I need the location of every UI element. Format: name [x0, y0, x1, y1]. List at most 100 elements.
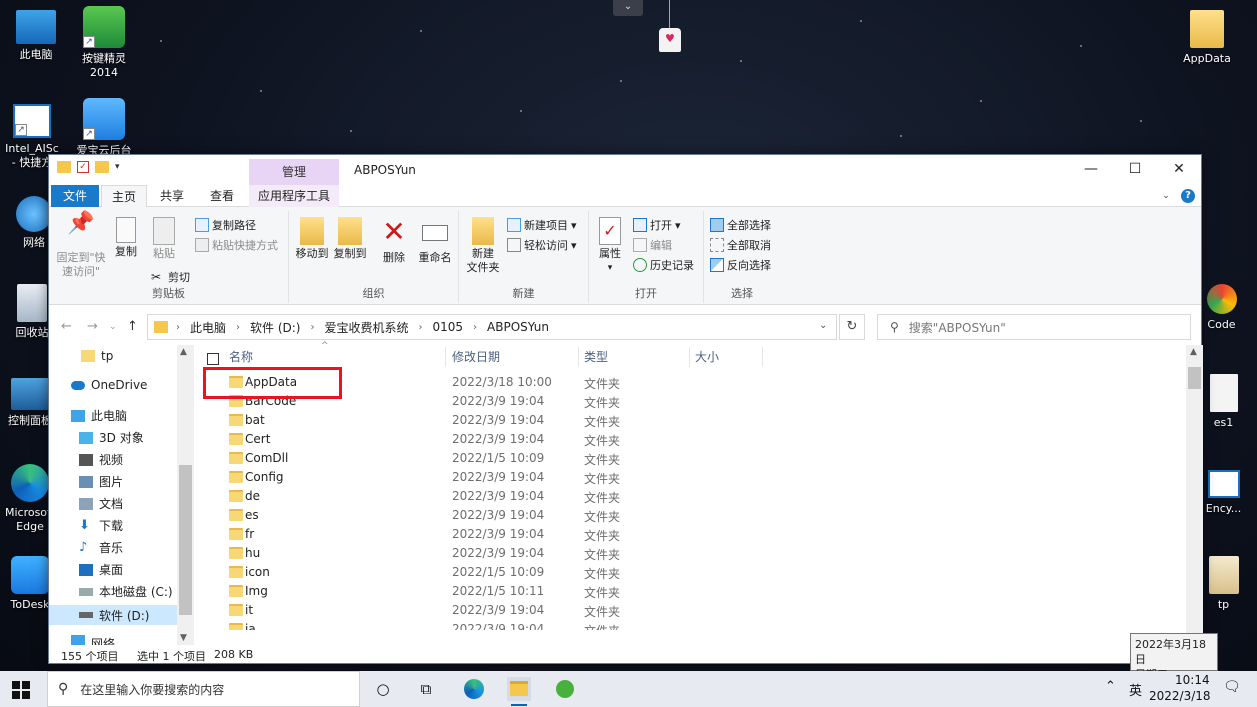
- nav-item-this-pc[interactable]: 此电脑: [71, 407, 127, 424]
- breadcrumb-separator-icon[interactable]: ›: [176, 322, 180, 333]
- tab-home[interactable]: 主页: [101, 185, 147, 208]
- search-input[interactable]: ⚲ 搜索"ABPOSYun": [877, 314, 1191, 340]
- table-row[interactable]: AppData 2022/3/18 10:00 文件夹: [197, 373, 1187, 392]
- nav-item-downloads[interactable]: ⬇ 下载: [79, 517, 123, 534]
- breadcrumb-pos-system[interactable]: 爱宝收费机系统: [324, 319, 408, 336]
- copy-button[interactable]: 复制: [111, 217, 141, 259]
- nav-item-drive-d[interactable]: 软件 (D:): [49, 605, 177, 625]
- ribbon-collapse-icon[interactable]: ⌄: [1159, 185, 1173, 207]
- taskbar-search-input[interactable]: ⚲ 在这里输入你要搜索的内容: [47, 671, 360, 707]
- move-to-button[interactable]: 移动到: [293, 217, 331, 261]
- refresh-app-icon[interactable]: [553, 677, 577, 701]
- column-header-type[interactable]: 类型: [584, 345, 608, 369]
- scroll-up-arrow-icon[interactable]: ▲: [180, 347, 187, 357]
- desktop-icon-keysprite[interactable]: ↗ 按键精灵 2014: [68, 6, 140, 80]
- easy-access-button[interactable]: 轻松访问 ▾: [507, 237, 577, 253]
- qat-dropdown-icon[interactable]: ▾: [115, 162, 120, 172]
- select-all-button[interactable]: 全部选择: [710, 217, 771, 233]
- rename-button[interactable]: 重命名: [415, 217, 455, 265]
- title-bar[interactable]: ✓ ▾ 管理 ABPOSYun — ☐ ✕: [49, 155, 1201, 185]
- refresh-icon[interactable]: ↻: [839, 314, 865, 340]
- invert-selection-button[interactable]: 反向选择: [710, 257, 771, 273]
- new-item-button[interactable]: 新建项目 ▾: [507, 217, 577, 233]
- breadcrumb-abposyun[interactable]: ABPOSYun: [487, 320, 549, 334]
- breadcrumb-separator-icon[interactable]: ›: [473, 322, 477, 333]
- column-divider[interactable]: [445, 347, 446, 367]
- file-explorer-icon[interactable]: [507, 677, 531, 706]
- minimize-button[interactable]: —: [1069, 155, 1113, 183]
- scroll-thumb[interactable]: [1188, 367, 1201, 389]
- delete-button[interactable]: ✕ 删除: [379, 217, 409, 265]
- nav-item-onedrive[interactable]: OneDrive: [71, 378, 147, 392]
- back-arrow-icon[interactable]: ←: [61, 319, 72, 334]
- windows-start-icon[interactable]: [12, 681, 30, 699]
- shirt-icon[interactable]: [659, 28, 681, 52]
- table-row[interactable]: de 2022/3/9 19:04 文件夹: [197, 487, 1187, 506]
- table-row[interactable]: BarCode 2022/3/9 19:04 文件夹: [197, 392, 1187, 411]
- column-divider[interactable]: [762, 347, 763, 367]
- breadcrumb-drive-d[interactable]: 软件 (D:): [250, 319, 300, 336]
- help-icon[interactable]: ?: [1181, 189, 1195, 203]
- tab-share[interactable]: 共享: [149, 185, 195, 207]
- breadcrumb-separator-icon[interactable]: ›: [419, 322, 423, 333]
- table-row[interactable]: Cert 2022/3/9 19:04 文件夹: [197, 430, 1187, 449]
- tab-file[interactable]: 文件: [51, 185, 99, 207]
- table-row[interactable]: Config 2022/3/9 19:04 文件夹: [197, 468, 1187, 487]
- nav-item-pictures[interactable]: 图片: [79, 473, 123, 490]
- table-row[interactable]: fr 2022/3/9 19:04 文件夹: [197, 525, 1187, 544]
- table-row[interactable]: Img 2022/1/5 10:11 文件夹: [197, 582, 1187, 601]
- up-arrow-icon[interactable]: ↑: [127, 319, 138, 334]
- task-view-icon[interactable]: ⧉: [414, 677, 438, 701]
- nav-item-drive-c[interactable]: 本地磁盘 (C:): [79, 583, 173, 600]
- pin-quick-access-button[interactable]: 📌 固定到"快 速访问": [55, 213, 107, 279]
- nav-item-tp[interactable]: tp: [81, 349, 113, 363]
- copy-to-button[interactable]: 复制到: [331, 217, 369, 261]
- desktop-icon-this-pc[interactable]: 此电脑: [0, 10, 72, 62]
- file-list-scrollbar[interactable]: ▲ ▼: [1186, 345, 1203, 645]
- ime-language-indicator[interactable]: 英: [1129, 680, 1142, 699]
- properties-button[interactable]: ✓ 属性 ▾: [595, 217, 625, 275]
- table-row[interactable]: bat 2022/3/9 19:04 文件夹: [197, 411, 1187, 430]
- paste-shortcut-button[interactable]: 粘贴快捷方式: [195, 237, 278, 253]
- nav-item-documents[interactable]: 文档: [79, 495, 123, 512]
- table-row[interactable]: ComDll 2022/1/5 10:09 文件夹: [197, 449, 1187, 468]
- column-header-date[interactable]: 修改日期: [452, 345, 500, 369]
- scroll-thumb[interactable]: [179, 465, 192, 615]
- nav-item-desktop[interactable]: 桌面: [79, 561, 123, 578]
- notification-icon[interactable]: 🗨: [1223, 679, 1241, 695]
- nav-item-videos[interactable]: 视频: [79, 451, 123, 468]
- history-button[interactable]: 历史记录: [633, 257, 694, 273]
- breadcrumb-separator-icon[interactable]: ›: [236, 322, 240, 333]
- select-all-checkbox[interactable]: [207, 353, 219, 365]
- desktop-icon-aibao-cloud[interactable]: ↗ 爱宝云后台: [68, 98, 140, 158]
- file-list[interactable]: ^ 名称 修改日期 类型 大小 AppData 2022/3/18 10:00 文件…: [197, 341, 1187, 645]
- table-row[interactable]: hu 2022/3/9 19:04 文件夹: [197, 544, 1187, 563]
- nav-scrollbar[interactable]: ▲ ▼: [177, 345, 194, 645]
- edge-browser-icon[interactable]: [462, 677, 486, 701]
- column-header-size[interactable]: 大小: [695, 345, 719, 369]
- scroll-down-arrow-icon[interactable]: ▼: [180, 633, 187, 643]
- cut-button[interactable]: ✂ 剪切: [151, 269, 190, 285]
- column-header-name[interactable]: 名称: [229, 345, 253, 369]
- desktop-icon-appdata[interactable]: AppData: [1171, 10, 1243, 66]
- properties-check-icon[interactable]: ✓: [77, 161, 89, 173]
- scroll-up-arrow-icon[interactable]: ▲: [1190, 347, 1197, 357]
- forward-arrow-icon[interactable]: →: [87, 319, 98, 334]
- file-explorer-window[interactable]: ✓ ▾ 管理 ABPOSYun — ☐ ✕ 文件 主页 共享 查看 应用程序工具…: [48, 154, 1203, 664]
- manage-context-tab[interactable]: 管理: [249, 159, 339, 185]
- taskbar-time[interactable]: 10:14: [1175, 673, 1210, 687]
- close-button[interactable]: ✕: [1157, 155, 1201, 183]
- open-button[interactable]: 打开 ▾: [633, 217, 681, 233]
- breadcrumb-separator-icon[interactable]: ›: [310, 322, 314, 333]
- breadcrumb-0105[interactable]: 0105: [433, 320, 464, 334]
- cortana-circle-icon[interactable]: ○: [371, 677, 395, 701]
- paste-button[interactable]: 粘贴: [149, 217, 179, 261]
- nav-item-music[interactable]: ♪ 音乐: [79, 539, 123, 556]
- copy-path-button[interactable]: 复制路径: [195, 217, 256, 233]
- table-row[interactable]: es 2022/3/9 19:04 文件夹: [197, 506, 1187, 525]
- nav-item-network[interactable]: 网络: [71, 635, 115, 645]
- edit-button[interactable]: 编辑: [633, 237, 672, 253]
- tray-chevron-up-icon[interactable]: ⌃: [1105, 679, 1116, 694]
- navigation-pane[interactable]: tp OneDrive 此电脑 3D 对象 视频 图片 文档 ⬇ 下载 ♪ 音乐…: [49, 345, 194, 645]
- chevron-down-icon[interactable]: ⌄: [613, 0, 643, 16]
